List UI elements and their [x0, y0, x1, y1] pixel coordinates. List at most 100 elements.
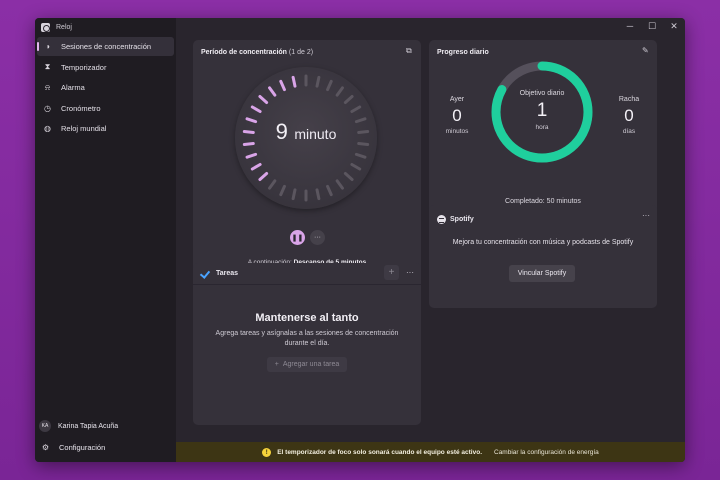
- stopwatch-icon: ◷: [44, 103, 51, 113]
- dial-tick-elapsed: [279, 184, 286, 197]
- tasks-header: Tareas: [201, 269, 238, 277]
- spotify-card: Spotify ··· Mejora tu concentración con …: [429, 205, 657, 308]
- sidebar-item-label: Sesiones de concentración: [61, 42, 152, 51]
- user-name: Karina Tapia Acuña: [58, 422, 119, 430]
- plus-icon: +: [274, 361, 279, 368]
- hourglass-icon: ⧗: [44, 62, 51, 71]
- tasks-heading: Mantenerse al tanto: [255, 312, 359, 324]
- dial-tick-elapsed: [350, 105, 362, 113]
- yesterday-unit: minutos: [445, 128, 469, 135]
- focus-icon: ◑: [45, 42, 50, 51]
- dial-tick-elapsed: [326, 79, 333, 92]
- settings-button[interactable]: ⚙ Configuración: [41, 443, 105, 452]
- close-button[interactable]: ✕: [663, 18, 685, 34]
- dial-readout: 9 minuto: [235, 119, 377, 145]
- dial-tick-elapsed: [335, 179, 344, 190]
- dial-tick-remaining: [268, 86, 277, 97]
- focus-period-card: Período de concentración (1 de 2) ⧉ 9 mi…: [193, 40, 421, 273]
- dial-tick-remaining: [258, 171, 269, 181]
- pause-button[interactable]: ❚❚: [290, 230, 305, 245]
- dial-tick-elapsed: [343, 95, 354, 105]
- clock-app-window: Reloj ◑ Sesiones de concentración ⧗ Temp…: [35, 18, 685, 462]
- title-bar: Reloj: [35, 18, 176, 36]
- dial-tick-elapsed: [335, 86, 344, 97]
- goal-value: 1: [536, 100, 548, 121]
- spotify-icon: [437, 215, 446, 224]
- yesterday-stat: Ayer 0 minutos: [437, 96, 477, 135]
- spotify-description: Mejora tu concentración con música y pod…: [452, 239, 634, 246]
- avatar: KA: [39, 420, 51, 432]
- sidebar-item-label: Alarma: [61, 83, 85, 92]
- sidebar-item-label: Temporizador: [61, 62, 107, 72]
- dial-tick-remaining: [250, 105, 262, 113]
- goal-readout: Objetivo diario 1 hora: [489, 59, 595, 165]
- edit-icon[interactable]: ✎: [642, 46, 649, 55]
- globe-icon: ◍: [44, 124, 51, 133]
- power-settings-link[interactable]: Cambiar la configuración de energía: [494, 449, 599, 456]
- dial-tick-elapsed: [354, 152, 367, 159]
- bell-icon: ⍾: [44, 82, 51, 92]
- dial-tick-remaining: [291, 75, 297, 88]
- sidebar-item-alarm[interactable]: ⍾ Alarma: [37, 78, 174, 97]
- tasks-divider: [193, 284, 421, 285]
- spotify-title: Spotify: [450, 216, 474, 223]
- link-spotify-button[interactable]: Vincular Spotify: [509, 265, 575, 282]
- yesterday-label: Ayer: [449, 96, 465, 103]
- warning-icon: !: [262, 447, 272, 457]
- goal-unit: hora: [535, 124, 549, 131]
- yesterday-value: 0: [452, 106, 462, 125]
- focus-subtitle: (1 de 2): [288, 49, 314, 56]
- add-task-icon-button[interactable]: +: [384, 265, 399, 280]
- dial-tick-elapsed: [350, 163, 362, 171]
- streak-unit: días: [622, 128, 636, 135]
- streak-stat: Racha 0 días: [609, 96, 649, 135]
- sidebar-nav: ◑ Sesiones de concentración ⧗ Temporizad…: [37, 37, 174, 140]
- spotify-more-button[interactable]: ···: [642, 211, 650, 220]
- maximize-button[interactable]: ☐: [641, 18, 663, 34]
- dial-tick-elapsed: [268, 179, 277, 190]
- streak-value: 0: [624, 106, 634, 125]
- power-warning-banner: ! El temporizador de foco solo sonará cu…: [176, 442, 685, 462]
- gear-icon: ⚙: [41, 443, 50, 452]
- dial-tick-elapsed: [291, 188, 297, 201]
- main-content: ─ ☐ ✕ Período de concentración (1 de 2) …: [176, 18, 685, 462]
- progress-title: Progreso diario: [437, 49, 489, 56]
- dial-tick-elapsed: [326, 184, 333, 197]
- tasks-title: Tareas: [216, 269, 239, 277]
- sidebar-item-stopwatch[interactable]: ◷ Cronómetro: [37, 99, 174, 118]
- goal-label: Objetivo diario: [519, 90, 565, 97]
- app-title: Reloj: [56, 23, 72, 31]
- compact-view-icon[interactable]: ⧉: [406, 46, 412, 56]
- focus-title: Período de concentración: [201, 49, 287, 56]
- tasks-more-button[interactable]: ···: [406, 268, 414, 277]
- add-task-button[interactable]: + Agregar una tarea: [267, 357, 347, 372]
- spotify-header: Spotify: [437, 215, 474, 224]
- tasks-description: Agrega tareas y asígnalas a las sesiones…: [215, 330, 399, 347]
- dial-tick-elapsed: [343, 171, 354, 181]
- banner-message: El temporizador de foco solo sonará cuan…: [277, 448, 482, 456]
- focus-card-title: Período de concentración (1 de 2): [201, 49, 313, 56]
- dial-tick-remaining: [279, 79, 286, 92]
- sidebar-item-world-clock[interactable]: ◍ Reloj mundial: [37, 119, 174, 138]
- dial-number: 9: [275, 119, 288, 144]
- settings-label: Configuración: [59, 443, 106, 452]
- streak-label: Racha: [618, 96, 640, 103]
- dial-tick-elapsed: [315, 188, 321, 201]
- user-account[interactable]: KA Karina Tapia Acuña: [39, 420, 118, 432]
- window-controls: ─ ☐ ✕: [619, 18, 685, 34]
- more-options-button[interactable]: ···: [310, 230, 325, 245]
- minimize-button[interactable]: ─: [619, 18, 641, 34]
- daily-progress-card: Progreso diario ✎ Ayer 0 minutos Objetiv…: [429, 40, 657, 216]
- sidebar-item-focus-sessions[interactable]: ◑ Sesiones de concentración: [37, 37, 174, 56]
- sidebar: Reloj ◑ Sesiones de concentración ⧗ Temp…: [35, 18, 176, 462]
- focus-dial: 9 minuto: [235, 67, 377, 209]
- completed-text: Completado: 50 minutos: [505, 198, 581, 205]
- dial-tick-remaining: [258, 95, 269, 105]
- add-task-label: Agregar una tarea: [282, 361, 340, 368]
- tasks-card: Tareas + ··· Mantenerse al tanto Agrega …: [193, 263, 421, 425]
- sidebar-item-timer[interactable]: ⧗ Temporizador: [37, 58, 174, 77]
- clock-app-icon: [41, 22, 50, 32]
- sidebar-item-label: Cronómetro: [61, 103, 101, 113]
- todo-check-icon: [201, 269, 211, 277]
- dial-unit: minuto: [294, 126, 337, 142]
